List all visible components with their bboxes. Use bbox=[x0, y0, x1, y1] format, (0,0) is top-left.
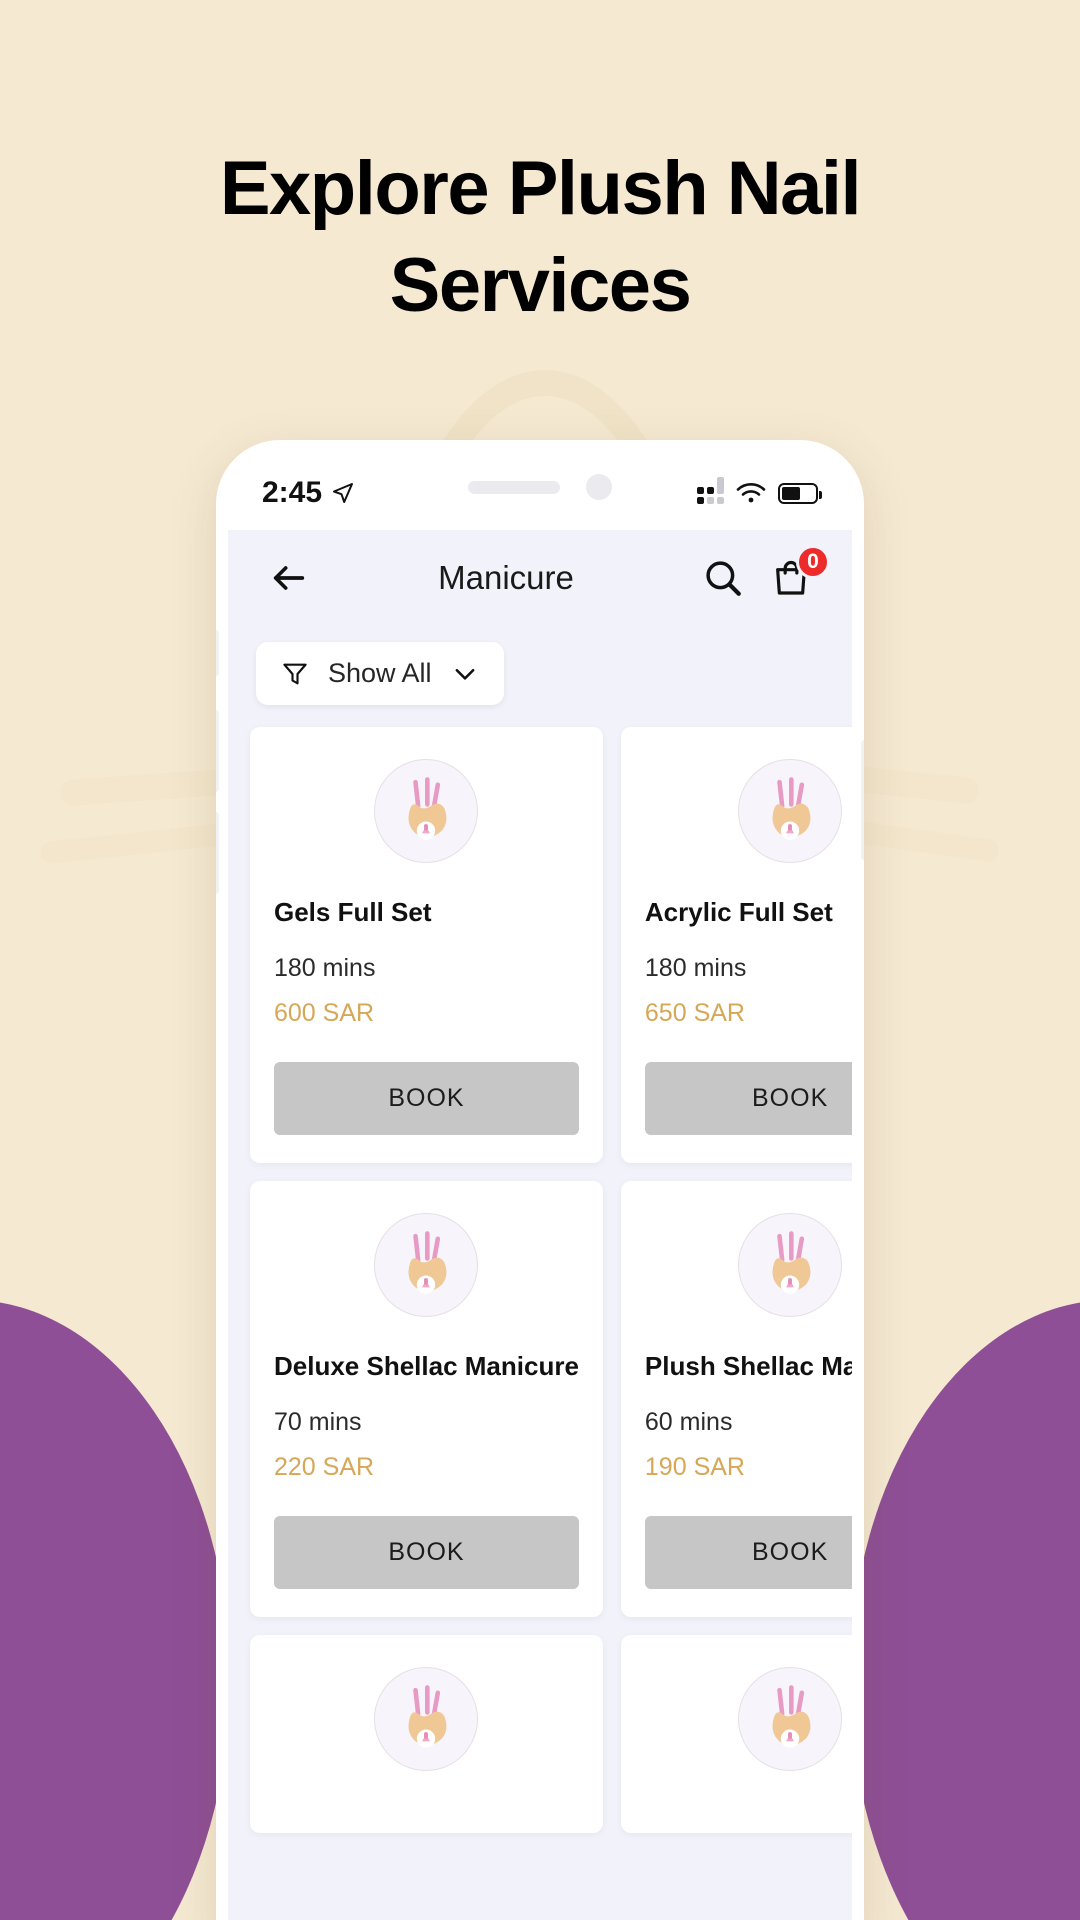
cart-count-badge: 0 bbox=[796, 545, 830, 579]
book-button[interactable]: BOOK bbox=[644, 1516, 852, 1589]
filter-row: Show All bbox=[228, 626, 852, 727]
service-thumbnail bbox=[374, 1213, 479, 1317]
phone-screen: 2:45 Manicure 0 Show All Gels Full Set 1… bbox=[228, 452, 852, 1920]
service-card[interactable] bbox=[250, 1635, 603, 1833]
funnel-filter-icon bbox=[283, 663, 307, 684]
service-thumbnail bbox=[738, 1213, 843, 1317]
status-indicators bbox=[697, 468, 822, 504]
status-time: 2:45 bbox=[262, 462, 355, 510]
book-button[interactable]: BOOK bbox=[274, 1516, 579, 1589]
service-price: 190 SAR bbox=[644, 1453, 745, 1481]
service-name: Gels Full Set bbox=[274, 897, 432, 927]
earpiece-speaker bbox=[468, 480, 560, 494]
service-name: Acrylic Full Set bbox=[644, 897, 833, 927]
cellular-signal-icon bbox=[697, 477, 724, 504]
app-header: Manicure 0 bbox=[228, 530, 852, 626]
service-thumbnail bbox=[374, 759, 479, 863]
back-arrow-icon bbox=[273, 566, 305, 590]
service-name: Plush Shellac Manicure bbox=[644, 1351, 852, 1381]
service-duration: 180 mins bbox=[274, 954, 376, 982]
search-button[interactable] bbox=[696, 551, 750, 605]
manicure-hand-icon bbox=[772, 1685, 811, 1748]
show-all-filter-label: Show All bbox=[328, 658, 432, 688]
page-title: Manicure bbox=[438, 559, 574, 596]
chevron-down-icon bbox=[455, 668, 474, 680]
service-thumbnail bbox=[374, 1667, 479, 1771]
service-thumbnail bbox=[738, 1667, 843, 1771]
service-card[interactable]: Gels Full Set 180 mins 600 SAR BOOK bbox=[250, 727, 603, 1163]
show-all-filter[interactable]: Show All bbox=[256, 642, 504, 705]
book-button[interactable]: BOOK bbox=[274, 1062, 579, 1135]
phone-notch bbox=[468, 474, 612, 500]
service-card[interactable] bbox=[620, 1635, 852, 1833]
cart-button[interactable]: 0 bbox=[764, 545, 830, 605]
service-price: 600 SAR bbox=[274, 999, 375, 1027]
service-card[interactable]: Deluxe Shellac Manicure 70 mins 220 SAR … bbox=[250, 1181, 603, 1617]
phone-volume-up-button bbox=[216, 710, 219, 792]
search-icon bbox=[706, 561, 741, 596]
battery-icon bbox=[778, 483, 822, 504]
service-card[interactable]: Acrylic Full Set 180 mins 650 SAR BOOK bbox=[620, 727, 852, 1163]
service-thumbnail bbox=[738, 759, 843, 863]
front-camera bbox=[586, 474, 612, 500]
phone-power-button bbox=[861, 740, 864, 860]
manicure-hand-icon bbox=[772, 1231, 811, 1294]
back-button[interactable] bbox=[262, 551, 316, 605]
status-bar: 2:45 bbox=[228, 452, 852, 530]
manicure-hand-icon bbox=[408, 1231, 447, 1294]
phone-mockup: 2:45 Manicure 0 Show All Gels Full Set 1… bbox=[216, 440, 864, 1920]
phone-volume-down-button bbox=[216, 812, 219, 894]
service-price: 650 SAR bbox=[644, 999, 745, 1027]
service-name: Deluxe Shellac Manicure bbox=[274, 1351, 579, 1381]
service-card[interactable]: Plush Shellac Manicure 60 mins 190 SAR B… bbox=[620, 1181, 852, 1617]
service-grid: Gels Full Set 180 mins 600 SAR BOOK Acry… bbox=[228, 727, 852, 1833]
manicure-hand-icon bbox=[408, 777, 447, 840]
service-duration: 60 mins bbox=[644, 1408, 733, 1436]
status-time-label: 2:45 bbox=[262, 476, 323, 509]
service-duration: 70 mins bbox=[274, 1408, 362, 1436]
phone-mute-button bbox=[216, 630, 219, 676]
service-duration: 180 mins bbox=[644, 954, 747, 982]
manicure-hand-icon bbox=[772, 777, 811, 840]
location-arrow-icon bbox=[333, 483, 354, 503]
wifi-icon bbox=[736, 483, 766, 503]
book-button[interactable]: BOOK bbox=[644, 1062, 852, 1135]
manicure-hand-icon bbox=[408, 1685, 447, 1748]
promo-headline: Explore Plush Nail Services bbox=[219, 146, 862, 329]
service-price: 220 SAR bbox=[274, 1453, 375, 1481]
